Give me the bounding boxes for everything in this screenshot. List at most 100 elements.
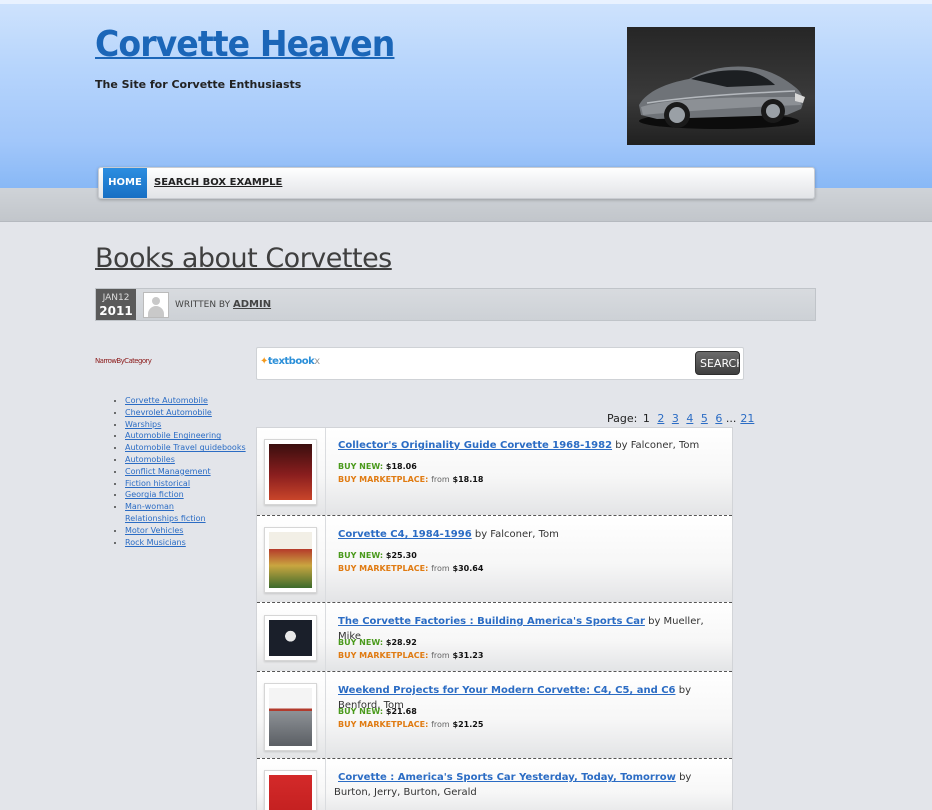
textbookx-logo-text: textbook [267, 356, 315, 367]
buy-marketplace-label[interactable]: BUY MARKETPLACE: [338, 720, 428, 729]
buy-new-label[interactable]: BUY NEW: [338, 638, 383, 647]
buy-new-label[interactable]: BUY NEW: [338, 551, 383, 560]
post-date-badge: JAN12 2011 [96, 289, 136, 320]
nav-search-box-example-tab[interactable]: SEARCH BOX EXAMPLE [154, 168, 282, 198]
buy-new-price: $25.30 [385, 551, 417, 560]
marketplace-from-text: from [431, 651, 450, 660]
book-title-link[interactable]: Weekend Projects for Your Modern Corvett… [338, 685, 676, 696]
car-illustration [639, 66, 805, 129]
category-list: Corvette Automobile Chevrolet Automobile… [112, 395, 255, 548]
category-item: Chevrolet Automobile [125, 407, 255, 419]
book-cover-image [269, 688, 312, 746]
book-title-link[interactable]: Collector's Originality Guide Corvette 1… [338, 440, 612, 451]
post-date-year: 2011 [99, 304, 133, 318]
buy-new-label[interactable]: BUY NEW: [338, 462, 383, 471]
pagination-link[interactable]: 2 [657, 412, 664, 425]
row-divider [325, 428, 326, 515]
book-cover-image [269, 620, 312, 656]
search-button[interactable]: SEARCH [695, 351, 740, 375]
author-avatar [143, 292, 169, 318]
category-link[interactable]: Warships [125, 420, 161, 429]
header-top-line [0, 0, 932, 4]
narrow-by-category-heading: NarrowByCategory [95, 357, 152, 365]
category-link[interactable]: Man-woman [125, 502, 174, 511]
author-link[interactable]: ADMIN [233, 299, 271, 310]
book-title-link[interactable]: Corvette C4, 1984-1996 [338, 529, 472, 540]
category-item: Rock Musicians [125, 537, 255, 549]
book-cover-image [269, 532, 312, 588]
post-title[interactable]: Books about Corvettes [95, 243, 392, 274]
row-divider [325, 759, 326, 810]
textbookx-logo-icon: ✦ [260, 356, 268, 367]
category-link[interactable]: Georgia fiction [125, 490, 184, 499]
pagination-link[interactable]: 3 [672, 412, 679, 425]
book-cover[interactable] [264, 527, 317, 593]
category-link[interactable]: Automobiles [125, 455, 175, 464]
buy-new-price-line: BUY NEW: $28.92 [338, 638, 417, 647]
buy-new-price: $28.92 [385, 638, 417, 647]
category-item: Warships [125, 419, 255, 431]
book-cover[interactable] [264, 439, 317, 505]
site-header: Corvette Heaven The Site for Corvette En… [0, 0, 932, 188]
post-date-month-day: JAN12 [102, 293, 130, 303]
category-link[interactable]: Motor Vehicles [125, 526, 183, 535]
category-item: Fiction historical [125, 478, 255, 490]
category-link[interactable]: Automobile Engineering [125, 431, 221, 440]
category-link[interactable]: Chevrolet Automobile [125, 408, 212, 417]
pagination-link[interactable]: 5 [701, 412, 708, 425]
buy-marketplace-line: BUY MARKETPLACE: from $18.18 [338, 475, 483, 484]
main-nav: HOME SEARCH BOX EXAMPLE [98, 167, 815, 199]
category-item: Man-woman Relationships fiction [125, 501, 255, 525]
pagination-label: Page: [607, 412, 638, 425]
book-cover-image [269, 775, 312, 810]
book-cover[interactable] [264, 683, 317, 751]
buy-marketplace-label[interactable]: BUY MARKETPLACE: [338, 564, 428, 573]
avatar-head-icon [152, 297, 160, 305]
written-by-label: WRITTEN BY [175, 300, 231, 310]
book-title-link[interactable]: The Corvette Factories : Building Americ… [338, 616, 645, 627]
row-divider [325, 672, 326, 758]
category-item: Georgia fiction [125, 489, 255, 501]
buy-new-price-line: BUY NEW: $18.06 [338, 462, 417, 471]
book-result-row: Weekend Projects for Your Modern Corvett… [257, 672, 732, 759]
pagination-link[interactable]: 4 [686, 412, 693, 425]
category-link[interactable]: Rock Musicians [125, 538, 186, 547]
avatar-body-icon [148, 306, 164, 317]
book-cover[interactable] [264, 770, 317, 810]
buy-new-label[interactable]: BUY NEW: [338, 707, 383, 716]
category-link[interactable]: Conflict Management [125, 467, 211, 476]
row-divider [325, 603, 326, 671]
book-title-line: Collector's Originality Guide Corvette 1… [338, 438, 718, 453]
book-results-list: Collector's Originality Guide Corvette 1… [256, 427, 733, 810]
category-link[interactable]: Automobile Travel guidebooks [125, 443, 246, 452]
marketplace-price: $31.23 [452, 651, 484, 660]
buy-marketplace-label[interactable]: BUY MARKETPLACE: [338, 651, 428, 660]
textbookx-search-box[interactable]: ✦textbookx SEARCH [256, 347, 744, 380]
book-result-row: Corvette C4, 1984-1996 by Falconer, Tom … [257, 516, 732, 603]
book-result-row: The Corvette Factories : Building Americ… [257, 603, 732, 672]
buy-marketplace-line: BUY MARKETPLACE: from $30.64 [338, 564, 483, 573]
book-result-row: Collector's Originality Guide Corvette 1… [257, 428, 732, 516]
pagination-link[interactable]: 6 [715, 412, 722, 425]
category-link[interactable]: Relationships fiction [125, 514, 206, 523]
book-author: by Falconer, Tom [615, 440, 700, 451]
written-by: WRITTEN BY ADMIN [175, 289, 271, 321]
post-meta-bar: JAN12 2011 WRITTEN BY ADMIN [95, 288, 816, 321]
category-link[interactable]: Corvette Automobile [125, 396, 208, 405]
buy-marketplace-line: BUY MARKETPLACE: from $31.23 [338, 651, 483, 660]
site-title-link[interactable]: Corvette Heaven [95, 24, 395, 65]
category-item: Conflict Management [125, 466, 255, 478]
nav-home-tab[interactable]: HOME [103, 168, 147, 198]
book-title-line: Corvette : America's Sports Car Yesterda… [334, 770, 714, 800]
row-divider [325, 516, 326, 602]
buy-marketplace-label[interactable]: BUY MARKETPLACE: [338, 475, 428, 484]
marketplace-from-text: from [431, 720, 450, 729]
book-title-link[interactable]: Corvette : America's Sports Car Yesterda… [338, 772, 676, 783]
category-link[interactable]: Fiction historical [125, 479, 190, 488]
header-car-image [627, 27, 815, 145]
book-cover-image [269, 444, 312, 500]
book-cover[interactable] [264, 615, 317, 661]
pagination-last-link[interactable]: 21 [740, 412, 754, 425]
category-item: Corvette Automobile [125, 395, 255, 407]
pagination-current: 1 [642, 412, 650, 425]
